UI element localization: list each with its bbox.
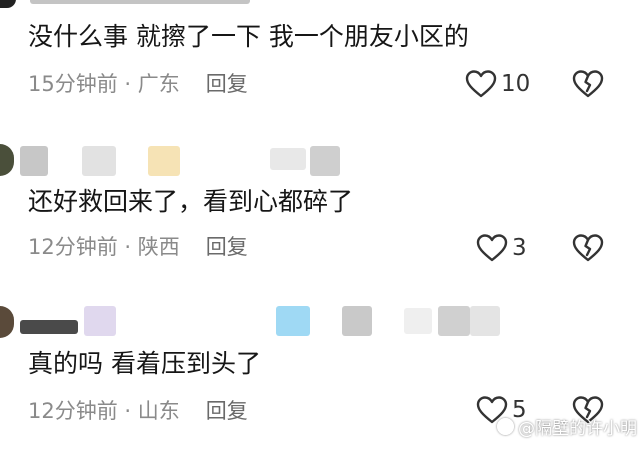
username-blurred [404, 308, 432, 334]
username-blurred [20, 320, 78, 334]
reply-button[interactable]: 回复 [206, 235, 248, 259]
meta-separator: · [117, 235, 138, 259]
username-blurred [270, 148, 306, 170]
comment-meta: 15分钟前 · 广东 回复 [28, 70, 248, 98]
reply-button[interactable]: 回复 [206, 72, 248, 96]
heart-outline-icon [465, 70, 497, 98]
comment-location: 山东 [137, 399, 180, 423]
watermark-text: @隔壁的许小明 [518, 419, 637, 439]
username-blurred [82, 146, 116, 176]
username-blurred [148, 146, 180, 176]
username-blurred [276, 306, 310, 336]
username-blurred [30, 0, 250, 4]
like-button[interactable]: 10 [465, 67, 530, 101]
broken-heart-icon [572, 234, 604, 262]
like-count: 3 [512, 235, 527, 261]
username-blurred [310, 146, 340, 176]
avatar[interactable] [0, 144, 14, 176]
like-button[interactable]: 3 [476, 231, 527, 265]
like-count: 10 [501, 71, 531, 97]
comment-time: 12分钟前 [28, 399, 118, 423]
username-blurred [342, 306, 372, 336]
cut-off-username-row [0, 0, 640, 9]
reply-button[interactable]: 回复 [206, 399, 248, 423]
username-blurred [470, 306, 500, 336]
comment-text: 真的吗 看着压到头了 [28, 349, 261, 378]
username-blurred [84, 306, 116, 336]
username-blurred [438, 306, 470, 336]
broken-heart-icon [572, 70, 604, 98]
heart-outline-icon [476, 234, 508, 262]
comment-location: 广东 [137, 72, 180, 96]
comment-meta: 12分钟前 · 山东 回复 [28, 397, 248, 425]
watermark: @隔壁的许小明 [497, 414, 637, 439]
avatar [0, 0, 16, 8]
avatar[interactable] [0, 306, 14, 338]
dislike-button[interactable] [572, 231, 604, 265]
watermark-logo-icon [497, 418, 514, 435]
comment-text: 没什么事 就擦了一下 我一个朋友小区的 [28, 22, 469, 51]
comment-time: 12分钟前 [28, 235, 118, 259]
comment-text: 还好救回来了，看到心都碎了 [28, 187, 354, 216]
dislike-button[interactable] [572, 67, 604, 101]
meta-separator: · [117, 72, 138, 96]
comment-time: 15分钟前 [28, 72, 118, 96]
meta-separator: · [117, 399, 138, 423]
comment-location: 陕西 [137, 235, 180, 259]
comment-meta: 12分钟前 · 陕西 回复 [28, 233, 248, 261]
username-blurred [20, 146, 48, 176]
